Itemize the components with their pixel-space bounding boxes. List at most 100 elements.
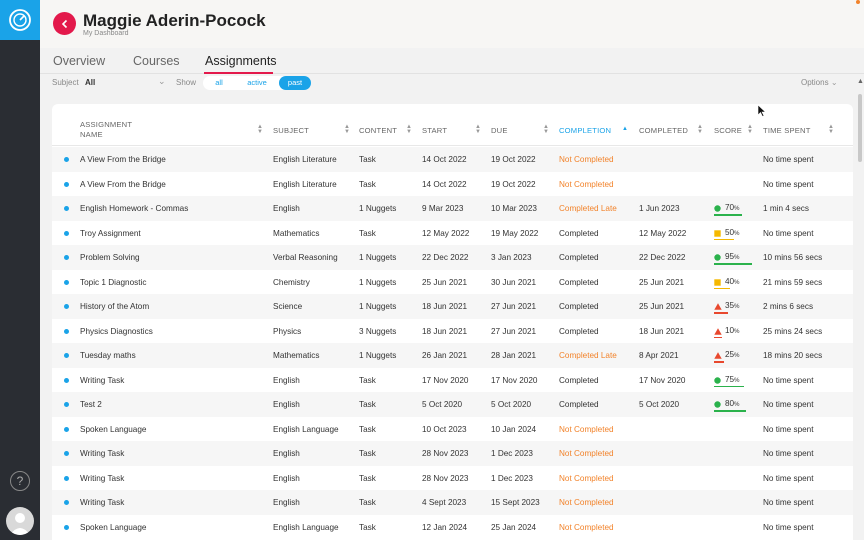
cell-assignment-name[interactable]: Writing Task [80, 449, 124, 458]
table-row[interactable]: Test 2 English Task 5 Oct 2020 5 Oct 2020 Com… [52, 392, 853, 417]
cell-time-spent: 10 mins 56 secs [763, 253, 823, 262]
status-dot-icon [64, 524, 69, 530]
cell-assignment-name[interactable]: Tuesday maths [80, 351, 136, 360]
cell-assignment-name[interactable]: A View From the Bridge [80, 155, 166, 164]
cell-completion-status: Not Completed [559, 498, 614, 507]
options-menu[interactable]: Options ⌄ [801, 78, 838, 87]
table-row[interactable]: History of the Atom Science 1 Nuggets 18 Ju… [52, 294, 853, 319]
cell-subject: Chemistry [273, 277, 310, 287]
score-triangle-icon [714, 327, 722, 335]
sort-icon[interactable]: ▲ ▼ [475, 124, 481, 135]
cell-assignment-name[interactable]: Writing Task [80, 474, 124, 483]
column-header-start[interactable]: START [422, 126, 447, 135]
show-active-option[interactable]: active [235, 76, 279, 90]
table-row[interactable]: A View From the Bridge English Literature… [52, 147, 853, 172]
status-dot-icon [64, 426, 69, 432]
score-bar [714, 336, 722, 338]
cell-assignment-name[interactable]: History of the Atom [80, 302, 149, 311]
cell-completion-status: Completed [559, 277, 599, 287]
cell-assignment-name[interactable]: Physics Diagnostics [80, 327, 153, 336]
sort-icon[interactable]: ▲ ▼ [697, 124, 703, 135]
chevron-down-icon[interactable]: ⌄ [158, 76, 166, 87]
cell-time-spent: 2 mins 6 secs [763, 302, 814, 311]
cell-content: Task [359, 228, 376, 238]
cell-completion-status: Completed [559, 375, 599, 385]
cell-due-date: 1 Dec 2023 [491, 473, 533, 483]
status-dot-icon [64, 402, 69, 407]
column-header-completion[interactable]: COMPLETION [559, 126, 611, 135]
table-row[interactable]: Writing Task English Task 28 Nov 2023 1 Dec … [52, 441, 853, 466]
table-row[interactable]: Troy Assignment Mathematics Task 12 May 202… [52, 221, 853, 246]
cell-assignment-name[interactable]: English Homework - Commas [80, 204, 188, 213]
column-header-due[interactable]: DUE [491, 126, 508, 135]
sort-icon[interactable]: ▲ ▼ [543, 124, 549, 135]
table-row[interactable]: Writing Task English Task 28 Nov 2023 1 Dec … [52, 466, 853, 491]
show-all-option[interactable]: all [203, 76, 235, 90]
column-header-name[interactable]: ASSIGNMENT NAME [80, 120, 150, 140]
show-past-option[interactable]: past [279, 76, 311, 90]
cell-start-date: 10 Oct 2023 [422, 424, 467, 434]
cell-completed-date: 22 Dec 2022 [639, 253, 686, 262]
cell-assignment-name[interactable]: Troy Assignment [80, 229, 141, 238]
cell-subject: English [273, 498, 300, 507]
table-row[interactable]: Writing Task English Task 17 Nov 2020 17 Nov… [52, 368, 853, 393]
table-row[interactable]: Spoken Language English Language Task 10 Oc… [52, 417, 853, 442]
cell-completion-status: Not Completed [559, 449, 614, 458]
table-row[interactable]: Spoken Language English Language Task 12 Ja… [52, 515, 853, 540]
cell-assignment-name[interactable]: Topic 1 Diagnostic [80, 278, 146, 287]
cell-completion-status: Completed [559, 400, 599, 409]
cell-content: 3 Nuggets [359, 326, 397, 336]
avatar[interactable] [6, 507, 34, 535]
dashboard-logo-icon[interactable] [0, 0, 40, 40]
status-dot-icon [64, 304, 69, 309]
column-header-content[interactable]: CONTENT [359, 126, 397, 135]
tab-overview[interactable]: Overview [53, 54, 105, 68]
subject-filter-label: Subject [52, 78, 79, 87]
sort-ascending-icon[interactable]: ▲ [622, 126, 628, 132]
scrollbar-thumb[interactable] [858, 94, 862, 162]
column-header-subject[interactable]: SUBJECT [273, 126, 309, 135]
cell-start-date: 28 Nov 2023 [422, 449, 469, 458]
table-row[interactable]: English Homework - Commas English 1 Nugget… [52, 196, 853, 221]
cell-assignment-name[interactable]: Writing Task [80, 498, 124, 507]
scrollbar[interactable]: ▲ [857, 78, 864, 540]
sort-icon[interactable]: ▲ ▼ [747, 124, 753, 135]
cell-subject: English [273, 204, 300, 213]
sort-icon[interactable]: ▲ ▼ [406, 124, 412, 135]
table-row[interactable]: Writing Task English Task 4 Sept 2023 15 Sep… [52, 490, 853, 515]
cell-assignment-name[interactable]: Spoken Language [80, 523, 146, 532]
subject-filter-select[interactable]: All [85, 78, 95, 87]
back-button[interactable] [53, 12, 76, 35]
sort-icon[interactable]: ▲ ▼ [828, 124, 834, 135]
cell-subject: Science [273, 302, 303, 311]
table-row[interactable]: Physics Diagnostics Physics 3 Nuggets 18 Ju… [52, 319, 853, 344]
table-row[interactable]: Tuesday maths Mathematics 1 Nuggets 26 Jan … [52, 343, 853, 368]
cell-assignment-name[interactable]: Problem Solving [80, 253, 140, 262]
sort-icon[interactable]: ▲ ▼ [257, 124, 263, 135]
cell-time-spent: No time spent [763, 449, 814, 458]
score-indicator: 80% [714, 398, 754, 412]
show-filter-toggle: all active past [203, 76, 311, 90]
cell-time-spent: No time spent [763, 375, 814, 385]
tab-courses[interactable]: Courses [133, 54, 180, 68]
table-row[interactable]: A View From the Bridge English Literature… [52, 172, 853, 197]
cell-assignment-name[interactable]: A View From the Bridge [80, 180, 166, 189]
cell-subject: Verbal Reasoning [273, 253, 338, 262]
scroll-up-icon[interactable]: ▲ [857, 78, 864, 85]
help-icon[interactable]: ? [10, 471, 30, 491]
table-row[interactable]: Problem Solving Verbal Reasoning 1 Nuggets… [52, 245, 853, 270]
tab-assignments[interactable]: Assignments [205, 54, 277, 68]
column-header-time-spent[interactable]: TIME SPENT [763, 126, 811, 135]
status-dot-icon [64, 255, 69, 260]
cell-completed-date: 25 Jun 2021 [639, 277, 685, 287]
chevron-down-icon: ⌄ [830, 78, 838, 87]
table-row[interactable]: Topic 1 Diagnostic Chemistry 1 Nuggets 25 J… [52, 270, 853, 295]
cell-assignment-name[interactable]: Test 2 [80, 400, 102, 409]
sort-icon[interactable]: ▲ ▼ [344, 124, 350, 135]
page-header: Maggie Aderin-Pocock My Dashboard [40, 0, 864, 48]
column-header-score[interactable]: SCORE [714, 126, 742, 135]
cell-assignment-name[interactable]: Writing Task [80, 376, 124, 385]
filter-bar: Subject All ⌄ Show all active past Optio… [40, 74, 864, 92]
cell-assignment-name[interactable]: Spoken Language [80, 425, 146, 434]
column-header-completed[interactable]: COMPLETED [639, 126, 688, 135]
